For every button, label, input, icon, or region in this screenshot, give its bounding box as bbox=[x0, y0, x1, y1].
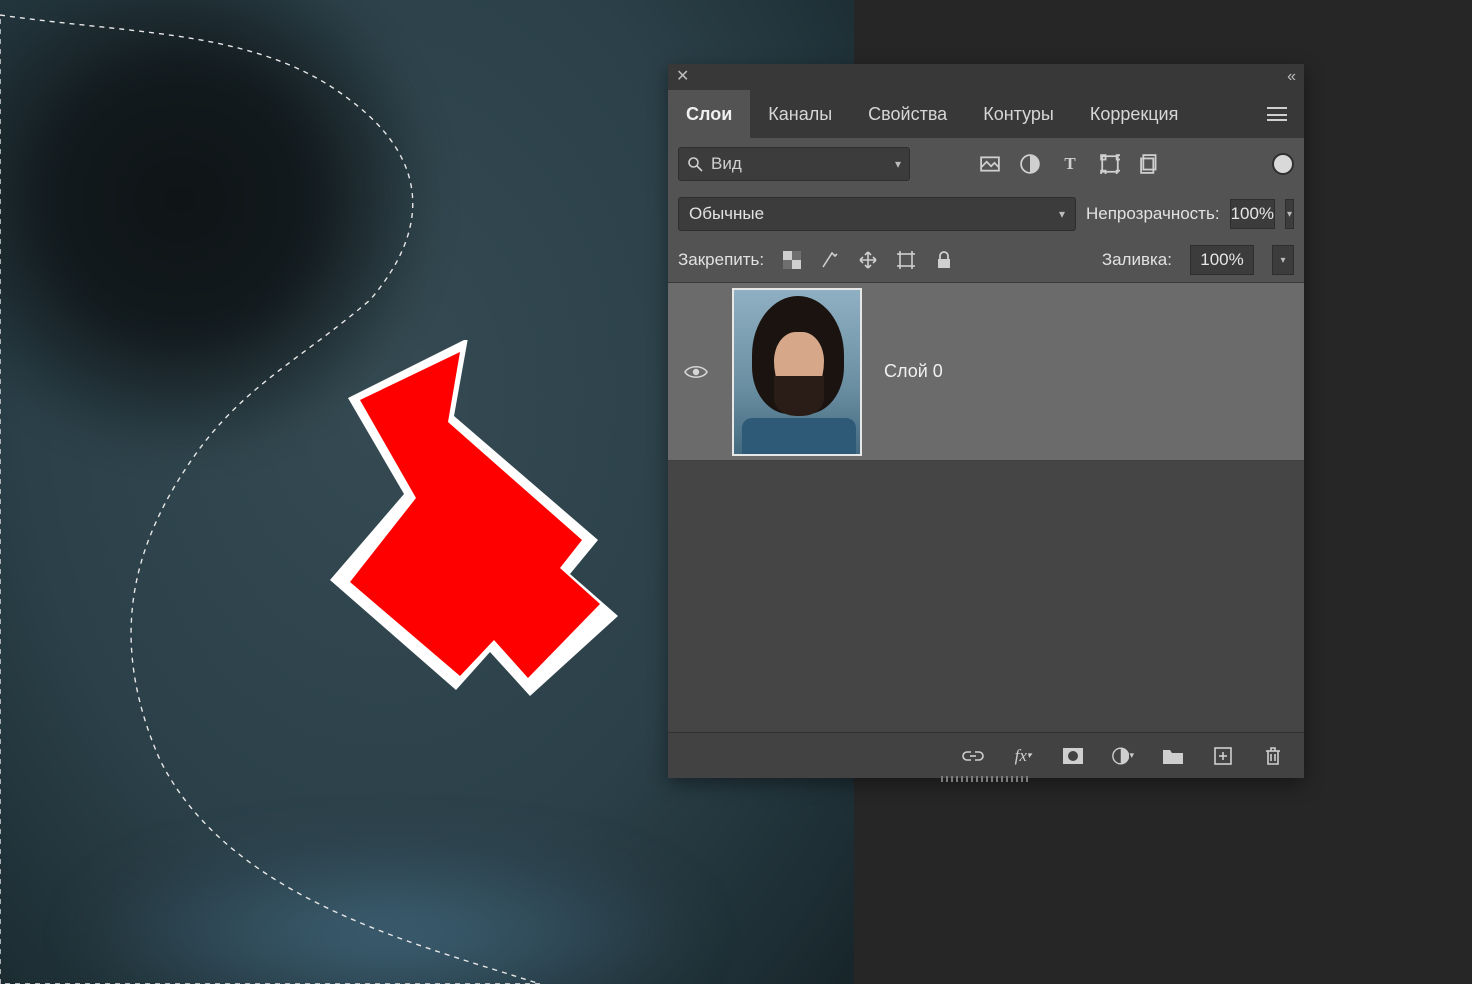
tab-channels[interactable]: Каналы bbox=[750, 90, 850, 138]
lock-image-icon[interactable] bbox=[820, 250, 840, 270]
filter-shape-icon[interactable] bbox=[1100, 154, 1120, 174]
hamburger-icon bbox=[1267, 107, 1287, 121]
lock-all-icon[interactable] bbox=[934, 250, 954, 270]
layers-panel: ✕ « Слои Каналы Свойства Контуры Коррекц… bbox=[668, 64, 1304, 778]
tab-paths[interactable]: Контуры bbox=[965, 90, 1072, 138]
layer-name-label[interactable]: Слой 0 bbox=[884, 361, 943, 382]
layer-row[interactable]: Слой 0 bbox=[668, 283, 1304, 461]
add-mask-icon[interactable] bbox=[1062, 745, 1084, 767]
filter-toggle[interactable] bbox=[1272, 153, 1294, 175]
new-adjustment-icon[interactable]: ▾ bbox=[1112, 745, 1134, 767]
layer-fx-icon[interactable]: fx▾ bbox=[1012, 745, 1034, 767]
chevron-down-icon: ▾ bbox=[895, 157, 901, 171]
opacity-label: Непрозрачность: bbox=[1086, 204, 1220, 224]
tab-layers[interactable]: Слои bbox=[668, 90, 750, 138]
link-layers-icon[interactable] bbox=[962, 745, 984, 767]
lock-position-icon[interactable] bbox=[858, 250, 878, 270]
tab-adjust[interactable]: Коррекция bbox=[1072, 90, 1197, 138]
opacity-value[interactable]: 100% bbox=[1230, 199, 1275, 229]
lock-label: Закрепить: bbox=[678, 250, 764, 270]
lock-artboard-icon[interactable] bbox=[896, 250, 916, 270]
panel-menu-button[interactable] bbox=[1258, 90, 1296, 138]
layer-filter-label: Вид bbox=[711, 154, 742, 174]
opacity-stepper[interactable]: ▾ bbox=[1285, 199, 1294, 229]
fill-stepper[interactable]: ▾ bbox=[1272, 245, 1294, 275]
layer-thumbnail[interactable] bbox=[732, 288, 862, 456]
lock-transparency-icon[interactable] bbox=[782, 250, 802, 270]
filter-adjust-icon[interactable] bbox=[1020, 154, 1040, 174]
layer-filter-select[interactable]: Вид ▾ bbox=[678, 147, 910, 181]
lock-row: Закрепить: Заливка: 100% ▾ bbox=[668, 238, 1304, 282]
thumbnail-image bbox=[734, 290, 860, 454]
close-panel-icon[interactable]: ✕ bbox=[676, 69, 689, 85]
layer-filter-icons: T bbox=[980, 154, 1160, 174]
blend-row: Обычные ▾ Непрозрачность: 100% ▾ bbox=[668, 190, 1304, 238]
canvas-highlight bbox=[0, 804, 840, 984]
eye-icon bbox=[684, 364, 708, 380]
layer-filter-row: Вид ▾ T bbox=[668, 138, 1304, 190]
panel-resize-grip[interactable] bbox=[941, 776, 1031, 782]
filter-text-icon[interactable]: T bbox=[1060, 154, 1080, 174]
tab-paths-label: Контуры bbox=[983, 104, 1054, 125]
panel-footer: fx▾ ▾ bbox=[668, 732, 1304, 778]
fill-value[interactable]: 100% bbox=[1190, 245, 1254, 275]
panel-titlebar[interactable]: ✕ « bbox=[668, 64, 1304, 90]
layer-visibility-toggle[interactable] bbox=[682, 364, 710, 380]
tab-layers-label: Слои bbox=[686, 104, 732, 125]
canvas-shadow-blob bbox=[0, 0, 440, 460]
panel-tabs: Слои Каналы Свойства Контуры Коррекция bbox=[668, 90, 1304, 138]
tab-properties-label: Свойства bbox=[868, 104, 947, 125]
new-group-icon[interactable] bbox=[1162, 745, 1184, 767]
tab-properties[interactable]: Свойства bbox=[850, 90, 965, 138]
filter-pixel-icon[interactable] bbox=[980, 154, 1000, 174]
collapse-panel-icon[interactable]: « bbox=[1287, 69, 1296, 85]
chevron-down-icon: ▾ bbox=[1059, 207, 1065, 221]
new-layer-icon[interactable] bbox=[1212, 745, 1234, 767]
blend-mode-value: Обычные bbox=[689, 204, 764, 224]
blend-mode-select[interactable]: Обычные ▾ bbox=[678, 197, 1076, 231]
tab-channels-label: Каналы bbox=[768, 104, 832, 125]
layers-list: Слой 0 bbox=[668, 282, 1304, 732]
filter-smart-icon[interactable] bbox=[1140, 154, 1160, 174]
search-icon bbox=[687, 156, 703, 172]
delete-layer-icon[interactable] bbox=[1262, 745, 1284, 767]
tab-adjust-label: Коррекция bbox=[1090, 104, 1179, 125]
fill-label: Заливка: bbox=[1102, 250, 1172, 270]
